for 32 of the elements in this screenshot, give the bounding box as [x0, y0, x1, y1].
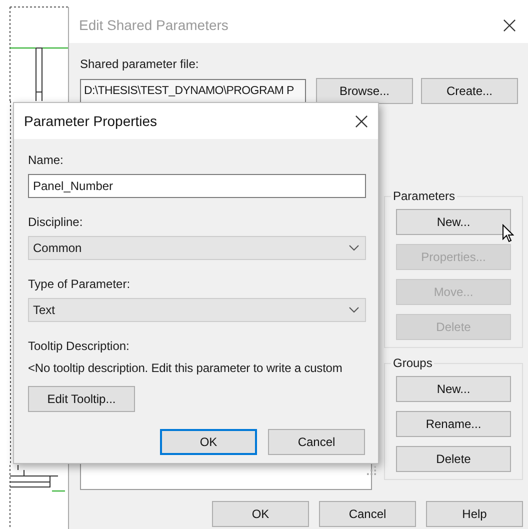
group-title: Groups: [391, 356, 434, 370]
field-label: Name:: [28, 153, 64, 167]
close-icon[interactable]: [355, 114, 368, 128]
button[interactable]: Cancel: [268, 429, 365, 455]
file-path-field[interactable]: D:\THESIS\TEST_DYNAMO\PROGRAM P: [80, 79, 306, 103]
field-label: Tooltip Description:: [28, 339, 130, 353]
dropdown[interactable]: Text: [28, 298, 366, 322]
window-title: Edit Shared Parameters: [79, 17, 228, 33]
close-icon[interactable]: [503, 18, 516, 32]
chevron-icon: [349, 245, 359, 251]
button[interactable]: Cancel: [319, 501, 416, 527]
field-label: Type of Parameter:: [28, 277, 132, 291]
resize-grip-icon[interactable]: [367, 466, 376, 475]
button[interactable]: Browse...: [316, 78, 413, 104]
button[interactable]: Edit Tooltip...: [28, 386, 135, 412]
button[interactable]: Help: [426, 501, 523, 527]
cursor-icon: [502, 224, 514, 243]
button[interactable]: OK: [160, 429, 257, 455]
field-label: Discipline:: [28, 215, 84, 229]
window-title: Parameter Properties: [24, 113, 158, 129]
name-field[interactable]: Panel_Number: [28, 174, 366, 198]
button[interactable]: Create...: [421, 78, 518, 104]
button[interactable]: OK: [212, 501, 309, 527]
button[interactable]: Rename...: [396, 411, 511, 437]
dropdown[interactable]: Common: [28, 236, 366, 260]
chevron-icon: [349, 307, 359, 313]
button[interactable]: New...: [396, 376, 511, 402]
button[interactable]: New...: [396, 209, 511, 235]
button[interactable]: Delete: [396, 446, 511, 472]
group-title: Parameters: [391, 189, 458, 203]
tooltip-text: <No tooltip description. Edit this parameter to write a custom: [28, 361, 344, 375]
field-label: Shared parameter file:: [80, 57, 200, 71]
